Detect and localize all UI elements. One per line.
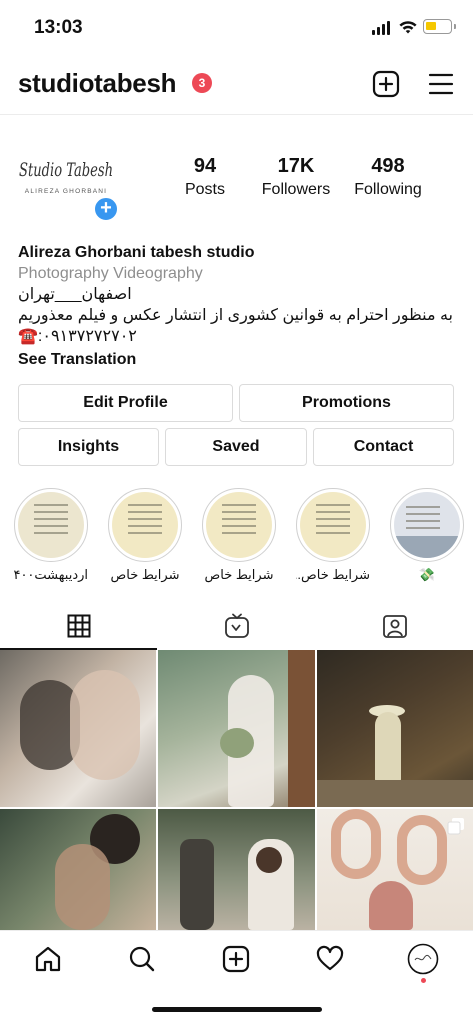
nav-search[interactable]	[126, 943, 158, 975]
nav-home[interactable]	[32, 943, 64, 975]
following-count: 498	[371, 155, 405, 177]
edit-profile-button[interactable]: Edit Profile	[18, 384, 233, 422]
heart-icon	[316, 945, 344, 971]
nav-activity[interactable]	[314, 943, 346, 975]
grid-post[interactable]	[317, 650, 473, 807]
story-highlight[interactable]: شرایط خاص	[202, 488, 276, 583]
following-label: Following	[354, 181, 422, 198]
profile-avatar-icon	[407, 943, 439, 975]
stat-followers[interactable]: 17K Followers	[246, 155, 346, 199]
posts-label: Posts	[184, 181, 225, 198]
highlight-label: شرایط خاص...	[296, 567, 370, 582]
story-highlight[interactable]: 💸	[390, 488, 464, 583]
followers-count: 17K	[277, 155, 315, 177]
nav-new-post[interactable]	[220, 943, 252, 975]
carousel-icon	[447, 818, 464, 835]
bio-notice: به منظور احترام به قوانین کشوری از انتشا…	[18, 307, 453, 324]
grid-post[interactable]	[158, 650, 315, 807]
tagged-icon	[382, 615, 407, 638]
bio-category: Photography Videography	[18, 265, 203, 282]
story-highlight[interactable]: شرایط خاص	[108, 488, 182, 583]
add-story-icon[interactable]: +	[93, 196, 119, 222]
contact-button[interactable]: Contact	[313, 428, 454, 466]
username-title[interactable]: studiotabesh	[18, 68, 177, 99]
search-icon	[129, 946, 155, 972]
home-indicator	[152, 1007, 322, 1012]
grid-icon	[67, 614, 90, 638]
highlight-label: شرایط خاص	[110, 567, 180, 582]
followers-label: Followers	[261, 181, 331, 198]
header-divider	[0, 114, 473, 115]
bio-phone[interactable]: ☎️:۰۹۱۳۷۲۷۲۷۰۲	[18, 326, 458, 347]
battery-icon	[423, 19, 452, 34]
promotions-button[interactable]: Promotions	[239, 384, 454, 422]
add-post-icon	[222, 945, 250, 973]
tagged-tab[interactable]	[316, 602, 473, 650]
status-bar: 13:03	[0, 0, 473, 54]
story-highlight[interactable]: اردیبهشت۱۴۰۰	[14, 488, 88, 583]
highlight-label: 💸	[418, 567, 436, 582]
posts-count: 94	[193, 155, 217, 177]
profile-bio: Alireza Ghorbani tabesh studio Photograp…	[18, 242, 458, 370]
activity-dot	[421, 978, 426, 983]
logo-subtitle-text: ALIREZA GHORBANI	[25, 188, 107, 195]
profile-header: studiotabesh 3	[0, 60, 473, 110]
new-post-icon[interactable]	[372, 70, 400, 98]
nav-profile[interactable]	[407, 943, 439, 983]
home-icon	[35, 946, 61, 972]
see-translation-link[interactable]: See Translation	[18, 349, 458, 370]
grid-post[interactable]	[158, 809, 315, 930]
igtv-icon	[224, 613, 249, 638]
grid-post[interactable]	[317, 809, 473, 930]
wifi-icon	[399, 21, 417, 34]
posts-grid	[0, 650, 473, 930]
story-highlight[interactable]: شرایط خاص...	[296, 488, 370, 583]
status-time: 13:03	[34, 17, 83, 38]
igtv-tab[interactable]	[158, 602, 315, 650]
bio-location: اصفهان___تهران	[18, 286, 132, 303]
highlight-label: شرایط خاص	[204, 567, 274, 582]
notification-badge[interactable]: 3	[192, 73, 212, 93]
grid-tab[interactable]	[0, 602, 157, 650]
logo-script-text: Studio Tabesh	[19, 159, 113, 181]
stat-following[interactable]: 498 Following	[338, 155, 438, 199]
menu-icon[interactable]	[428, 72, 454, 96]
saved-button[interactable]: Saved	[165, 428, 307, 466]
insights-button[interactable]: Insights	[18, 428, 159, 466]
bio-name: Alireza Ghorbani tabesh studio	[18, 244, 255, 261]
grid-post[interactable]	[0, 809, 156, 930]
signal-icon	[372, 21, 390, 35]
profile-tabs	[0, 602, 473, 650]
stat-posts[interactable]: 94 Posts	[155, 155, 255, 199]
grid-post[interactable]	[0, 650, 156, 807]
highlight-label: اردیبهشت۱۴۰۰	[14, 567, 88, 582]
